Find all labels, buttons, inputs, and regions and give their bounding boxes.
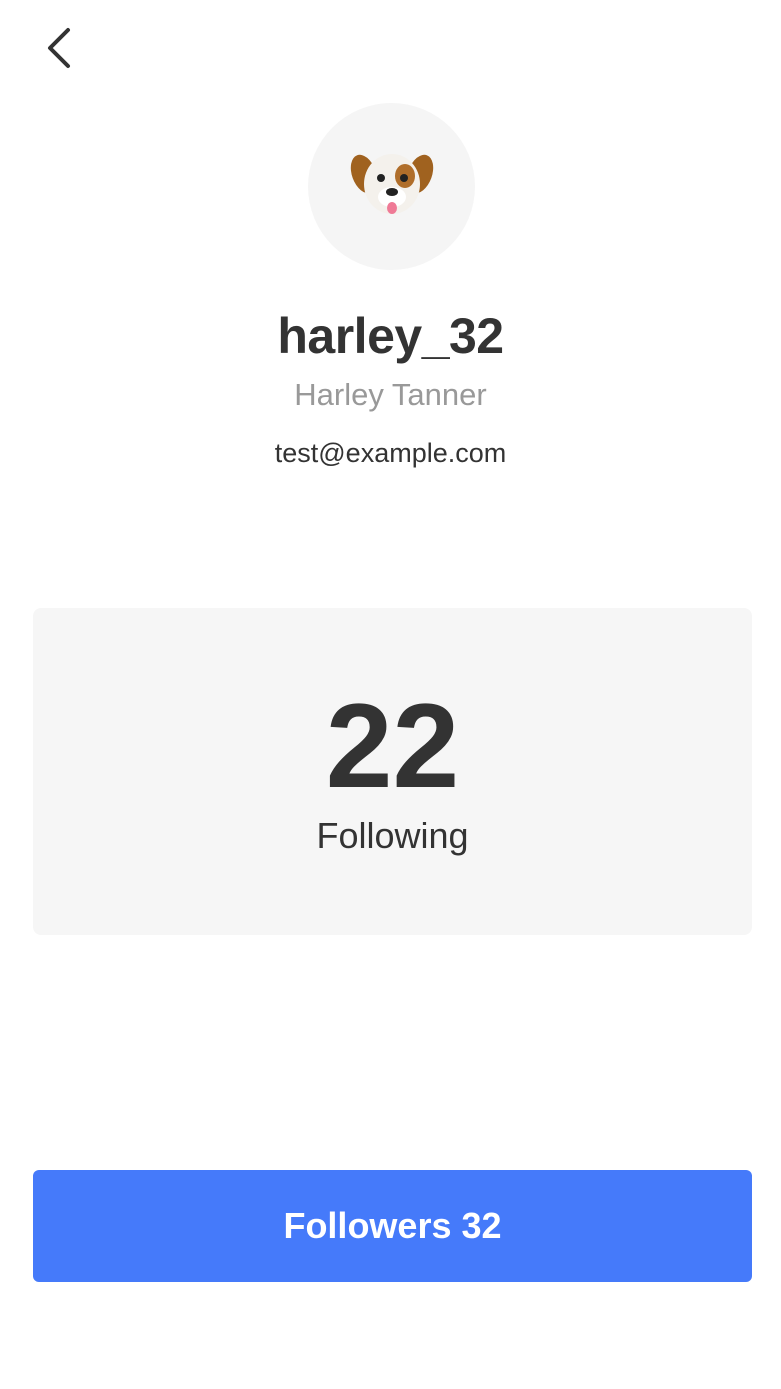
followers-button-label: Followers 32 — [283, 1205, 502, 1246]
chevron-left-icon — [42, 26, 74, 75]
dog-avatar-icon — [350, 146, 434, 227]
followers-button[interactable]: Followers 32 — [33, 1170, 752, 1282]
following-stat-card[interactable]: 22 Following — [33, 608, 752, 935]
username: harley_32 — [277, 308, 504, 364]
email-address: test@example.com — [274, 438, 507, 468]
avatar — [308, 103, 475, 270]
following-count: 22 — [325, 679, 460, 813]
back-button[interactable] — [30, 22, 86, 78]
full-name: Harley Tanner — [294, 377, 487, 412]
following-label: Following — [316, 815, 469, 856]
